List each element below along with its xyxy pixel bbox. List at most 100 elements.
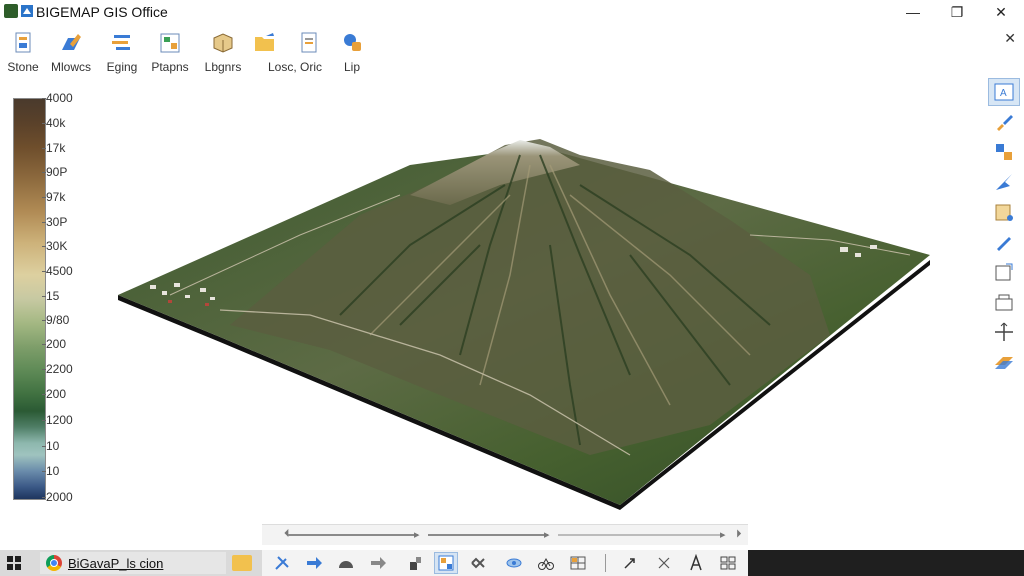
folder-star-icon (995, 204, 1013, 221)
elevation-legend-labels: 4000 40k 17k 90P 97k 30P 30K 4500 15 9/8… (41, 91, 116, 506)
document-icon (301, 32, 317, 53)
scroll-track (288, 534, 418, 536)
arrow-right-icon (371, 557, 386, 569)
taskbar: BiGavaP_ls cion (0, 550, 1024, 576)
close-panel-button[interactable]: ✕ (1004, 30, 1016, 47)
legend-label: 9/80 (41, 313, 70, 327)
palette-plane[interactable] (988, 168, 1020, 196)
move-icon (995, 322, 1013, 341)
bike-icon (538, 557, 554, 570)
folder-icon[interactable] (232, 555, 252, 571)
cursor-icon (624, 558, 635, 569)
tool-cross[interactable] (652, 552, 676, 574)
legend-label: 2000 (42, 490, 73, 504)
legend-label: 200 (41, 337, 67, 351)
folder-edit-icon (255, 33, 274, 51)
legend-label: 10 (41, 464, 60, 478)
page-icon (15, 32, 31, 53)
palette-building[interactable] (988, 288, 1020, 316)
frame-icon (995, 263, 1013, 281)
tool-map-grid[interactable] (434, 552, 458, 574)
palette-pen[interactable] (988, 228, 1020, 256)
map-grid-icon (438, 555, 454, 571)
legend-label: 97k (41, 190, 66, 204)
legend-label: 15 (41, 289, 60, 303)
toolbar-separator (605, 554, 606, 572)
pen-icon (997, 237, 1011, 251)
tool-puzzle[interactable] (466, 552, 490, 574)
palette-text-box[interactable]: A (988, 78, 1020, 106)
app-logo-icon (4, 4, 18, 18)
tool-list[interactable] (716, 552, 740, 574)
tool-wrench[interactable] (270, 552, 294, 574)
tool-lip[interactable]: Lip (323, 26, 381, 76)
maximize-button[interactable]: ❐ (934, 2, 980, 22)
box-icon (213, 33, 233, 53)
palette-tiles[interactable] (988, 348, 1020, 376)
scroll-marker-icon[interactable]: ▸ (544, 528, 550, 541)
minimize-button[interactable]: — (890, 2, 936, 22)
app-tool-icon (21, 5, 33, 17)
timeline-scrollbar[interactable]: ⏴ ▸ ▸ ▸ ⏵ (262, 524, 748, 545)
main-toolbar: Stone Mlowcs Eging Ptapns Lbgnrs Losc, O… (0, 26, 980, 76)
palette-frame[interactable] (988, 258, 1020, 286)
tool-table[interactable] (566, 552, 590, 574)
tool-text[interactable] (684, 552, 708, 574)
tool-eye[interactable] (502, 552, 526, 574)
legend-label: 30P (41, 215, 68, 229)
pencil-icon (62, 34, 81, 50)
chrome-icon (46, 555, 62, 571)
cross-icon (658, 557, 670, 569)
scroll-track (558, 534, 724, 536)
arrow-right-icon (307, 557, 322, 569)
legend-label: 4500 (42, 264, 73, 278)
palette-folder-star[interactable] (988, 198, 1020, 226)
tool-mlowcs[interactable]: Mlowcs (42, 26, 100, 76)
eye-icon (506, 558, 522, 568)
table-icon (570, 556, 586, 570)
tool-arrow-right-2[interactable] (366, 552, 390, 574)
tool-arch[interactable] (334, 552, 358, 574)
legend-label: 30K (41, 239, 68, 253)
brush-icon (997, 115, 1013, 131)
palette-swap[interactable] (988, 138, 1020, 166)
legend-label: 2200 (42, 362, 73, 376)
scroll-marker-icon[interactable]: ▸ (414, 528, 420, 541)
right-tool-palette: A (988, 76, 1022, 376)
puzzle-icon (471, 557, 485, 569)
tool-bike[interactable] (534, 552, 558, 574)
legend-label: 200 (41, 387, 67, 401)
legend-label: 10 (41, 439, 60, 453)
legend-label: 4000 (42, 91, 73, 105)
building-icon (995, 294, 1013, 311)
palette-move[interactable] (988, 318, 1020, 346)
scroll-marker-icon[interactable]: ▸ (720, 528, 726, 541)
tool-probe[interactable] (404, 552, 428, 574)
plane-icon (996, 174, 1012, 190)
scroll-track (428, 534, 548, 536)
taskbar-tool-strip (262, 550, 748, 576)
taskbar-app-button[interactable]: BiGavaP_ls cion (40, 552, 226, 574)
tool-cursor[interactable] (618, 552, 642, 574)
title-bar: BIGEMAP GIS Office — ❐ ✕ (0, 0, 1024, 24)
arch-icon (339, 561, 353, 568)
tool-arrow-right[interactable] (302, 552, 326, 574)
windows-start-icon[interactable] (6, 555, 22, 571)
scroll-right-icon[interactable]: ⏵ (736, 528, 742, 541)
terrain-3d-view[interactable] (110, 125, 940, 510)
window-title: BIGEMAP GIS Office (36, 4, 168, 20)
map-sheet-icon (160, 33, 180, 53)
tool-ptapns[interactable]: Ptapns (141, 26, 199, 76)
legend-label: 40k (41, 116, 66, 130)
taskbar-app-label: BiGavaP_ls cion (68, 555, 164, 571)
legend-label: 17k (41, 141, 66, 155)
probe-icon (410, 557, 421, 570)
legend-label: 1200 (42, 413, 73, 427)
layers-icon (112, 35, 130, 50)
close-window-button[interactable]: ✕ (978, 2, 1024, 22)
list-icon (720, 556, 736, 570)
taskbar-apps: BiGavaP_ls cion (0, 550, 262, 576)
tiles-icon (995, 357, 1013, 369)
text-box-icon: A (994, 83, 1014, 101)
palette-brush[interactable] (988, 108, 1020, 136)
